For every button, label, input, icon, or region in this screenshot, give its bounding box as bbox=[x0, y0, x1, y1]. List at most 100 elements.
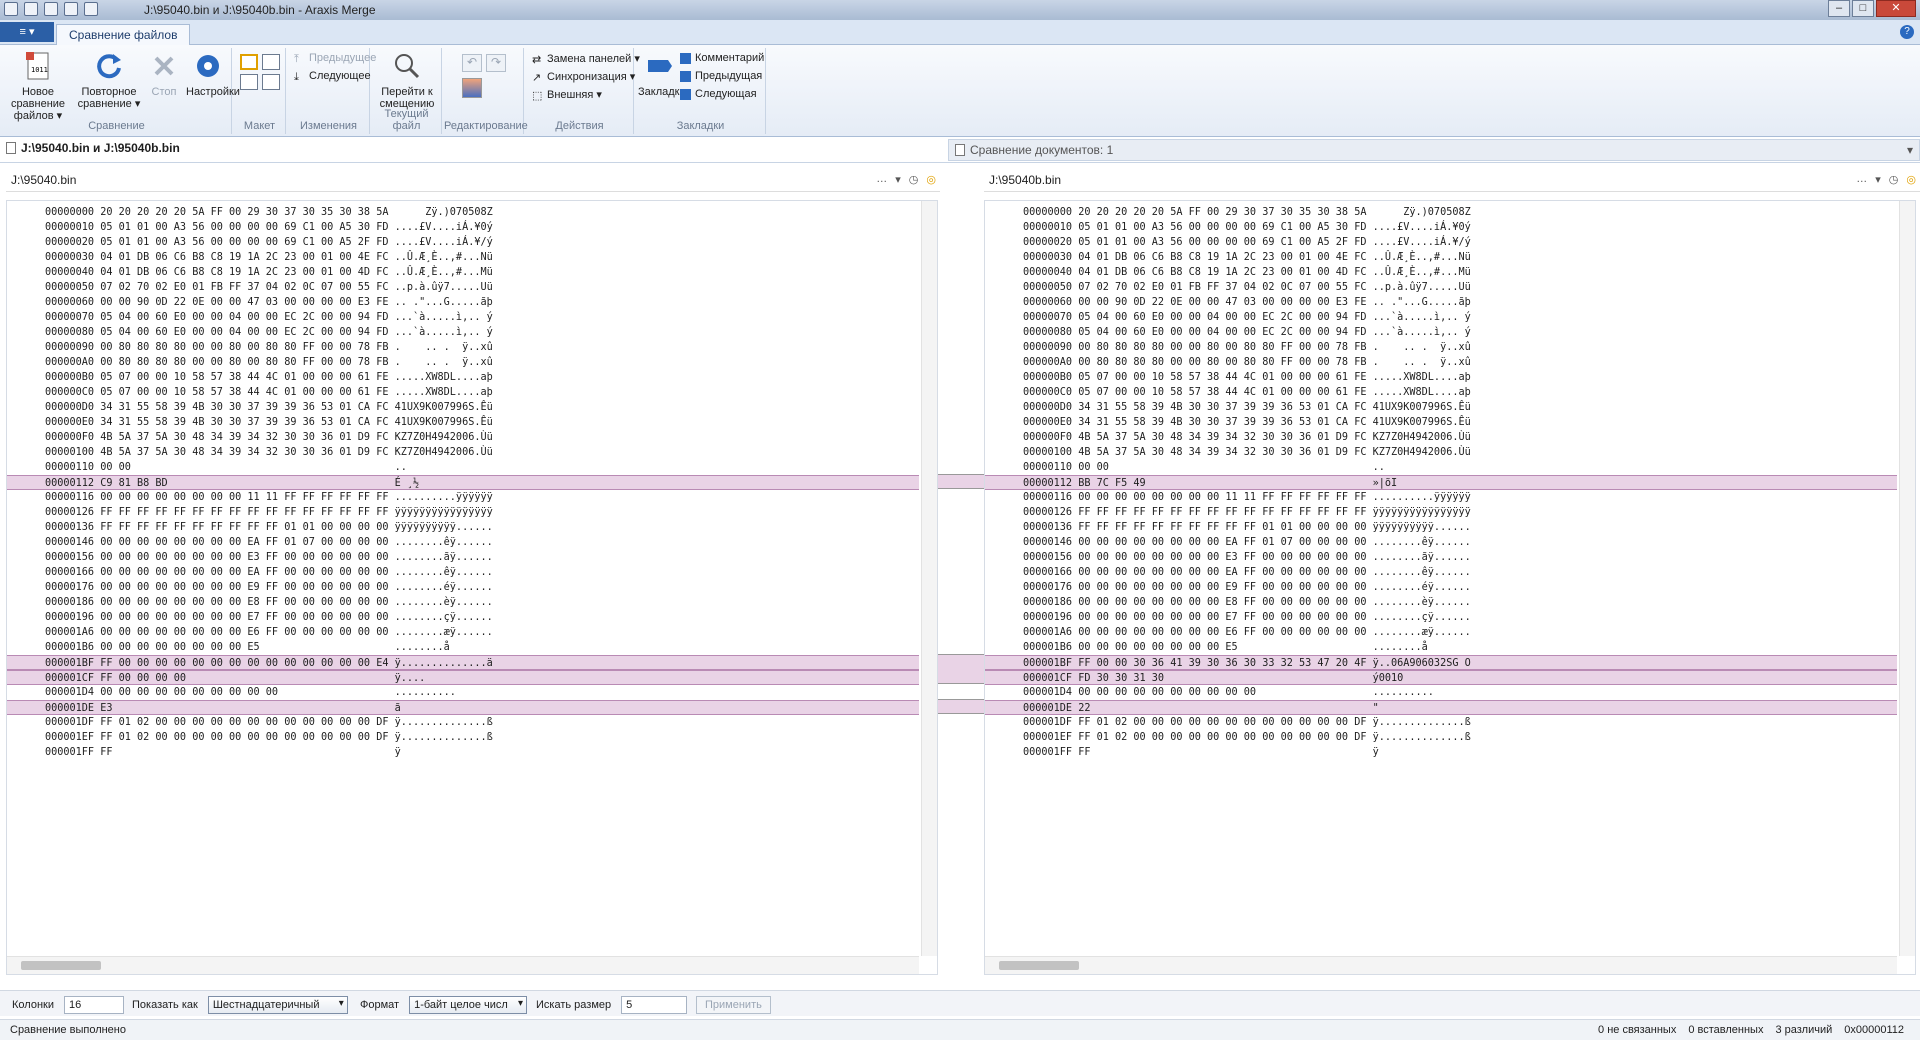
hex-row[interactable]: 00000146 00 00 00 00 00 00 00 00 EA FF 0… bbox=[7, 535, 919, 550]
hex-row[interactable]: 00000080 05 04 00 60 E0 00 00 04 00 00 E… bbox=[7, 325, 919, 340]
hex-row[interactable]: 00000136 FF FF FF FF FF FF FF FF FF FF 0… bbox=[7, 520, 919, 535]
previous-bookmark-button[interactable]: Предыдущая bbox=[680, 70, 762, 82]
hex-row[interactable]: 00000176 00 00 00 00 00 00 00 00 E9 FF 0… bbox=[985, 580, 1897, 595]
hex-row[interactable]: 00000126 FF FF FF FF FF FF FF FF FF FF F… bbox=[7, 505, 919, 520]
right-horizontal-scrollbar[interactable] bbox=[985, 956, 1897, 974]
hex-row[interactable]: 00000136 FF FF FF FF FF FF FF FF FF FF 0… bbox=[985, 520, 1897, 535]
diff-hex-row[interactable]: 000001BF FF 00 00 30 36 41 39 30 36 30 3… bbox=[985, 655, 1897, 670]
hex-row[interactable]: 000001DF FF 01 02 00 00 00 00 00 00 00 0… bbox=[7, 715, 919, 730]
tab-file-comparison[interactable]: Сравнение файлов bbox=[56, 24, 191, 45]
hex-row[interactable]: 000001B6 00 00 00 00 00 00 00 00 E5 ....… bbox=[985, 640, 1897, 655]
comment-button[interactable]: Комментарий bbox=[680, 52, 764, 64]
hex-row[interactable]: 00000166 00 00 00 00 00 00 00 00 EA FF 0… bbox=[985, 565, 1897, 580]
more-icon[interactable]: … bbox=[876, 173, 887, 186]
edit-image-icon[interactable] bbox=[462, 78, 482, 98]
hex-row[interactable]: 00000070 05 04 00 60 E0 00 00 04 00 00 E… bbox=[985, 310, 1897, 325]
hex-row[interactable]: 00000020 05 01 01 00 A3 56 00 00 00 00 6… bbox=[7, 235, 919, 250]
close-button[interactable]: ✕ bbox=[1876, 0, 1916, 17]
hex-row[interactable]: 000000A0 00 80 80 80 80 00 00 80 00 80 8… bbox=[985, 355, 1897, 370]
hex-row[interactable]: 00000000 20 20 20 20 20 5A FF 00 29 30 3… bbox=[7, 205, 919, 220]
hex-row[interactable]: 00000030 04 01 DB 06 C6 B8 C8 19 1A 2C 2… bbox=[7, 250, 919, 265]
hex-row[interactable]: 00000186 00 00 00 00 00 00 00 00 E8 FF 0… bbox=[985, 595, 1897, 610]
hex-row[interactable]: 000000D0 34 31 55 58 39 4B 30 30 37 39 3… bbox=[985, 400, 1897, 415]
layout-side-by-side-icon[interactable] bbox=[240, 54, 258, 70]
hex-row[interactable]: 000001D4 00 00 00 00 00 00 00 00 00 00 .… bbox=[7, 685, 919, 700]
hex-row[interactable]: 000000A0 00 80 80 80 80 00 00 80 00 80 8… bbox=[7, 355, 919, 370]
hex-row[interactable]: 00000060 00 00 90 0D 22 0E 00 00 47 03 0… bbox=[7, 295, 919, 310]
hex-row[interactable]: 00000100 4B 5A 37 5A 30 48 34 39 34 32 3… bbox=[7, 445, 919, 460]
hex-row[interactable]: 00000000 20 20 20 20 20 5A FF 00 29 30 3… bbox=[985, 205, 1897, 220]
right-hex-pane[interactable]: 00000000 20 20 20 20 20 5A FF 00 29 30 3… bbox=[984, 200, 1916, 975]
next-change-button[interactable]: ⤓ Следующее bbox=[294, 70, 371, 83]
more-icon[interactable]: … bbox=[1856, 173, 1867, 186]
hex-row[interactable]: 00000196 00 00 00 00 00 00 00 00 E7 FF 0… bbox=[7, 610, 919, 625]
undo-icon[interactable]: ↶ bbox=[462, 54, 482, 72]
settings-button[interactable]: Настройки bbox=[186, 50, 240, 98]
hex-row[interactable]: 000000B0 05 07 00 00 10 58 57 38 44 4C 0… bbox=[985, 370, 1897, 385]
hex-row[interactable]: 00000090 00 80 80 80 80 00 00 80 00 80 8… bbox=[985, 340, 1897, 355]
hex-row[interactable]: 000001D4 00 00 00 00 00 00 00 00 00 00 .… bbox=[985, 685, 1897, 700]
hex-row[interactable]: 000000F0 4B 5A 37 5A 30 48 34 39 34 32 3… bbox=[985, 430, 1897, 445]
hex-row[interactable]: 00000010 05 01 01 00 A3 56 00 00 00 00 6… bbox=[7, 220, 919, 235]
layout-stacked-icon[interactable] bbox=[240, 74, 258, 90]
maximize-button[interactable]: □ bbox=[1852, 0, 1874, 17]
hex-row[interactable]: 000000C0 05 07 00 00 10 58 57 38 44 4C 0… bbox=[985, 385, 1897, 400]
hex-row[interactable]: 000000E0 34 31 55 58 39 4B 30 30 37 39 3… bbox=[7, 415, 919, 430]
hex-row[interactable]: 00000116 00 00 00 00 00 00 00 00 11 11 F… bbox=[985, 490, 1897, 505]
columns-input[interactable]: 16 bbox=[63, 996, 124, 1014]
tab-comparison-active[interactable]: J:\95040.bin и J:\95040b.bin bbox=[6, 141, 180, 155]
hex-row[interactable]: 000001EF FF 01 02 00 00 00 00 00 00 00 0… bbox=[7, 730, 919, 745]
left-vertical-scrollbar[interactable] bbox=[921, 201, 937, 956]
hex-row[interactable]: 00000146 00 00 00 00 00 00 00 00 EA FF 0… bbox=[985, 535, 1897, 550]
chevron-down-icon[interactable]: ▾ bbox=[1875, 173, 1881, 186]
next-bookmark-button[interactable]: Следующая bbox=[680, 88, 757, 100]
hex-row[interactable]: 00000186 00 00 00 00 00 00 00 00 E8 FF 0… bbox=[7, 595, 919, 610]
hex-row[interactable]: 00000030 04 01 DB 06 C6 B8 C8 19 1A 2C 2… bbox=[985, 250, 1897, 265]
hex-row[interactable]: 00000166 00 00 00 00 00 00 00 00 EA FF 0… bbox=[7, 565, 919, 580]
hex-row[interactable]: 00000080 05 04 00 60 E0 00 00 04 00 00 E… bbox=[985, 325, 1897, 340]
hex-row[interactable]: 000000E0 34 31 55 58 39 4B 30 30 37 39 3… bbox=[985, 415, 1897, 430]
hex-row[interactable]: 00000050 07 02 70 02 E0 01 FB FF 37 04 0… bbox=[7, 280, 919, 295]
hex-row[interactable]: 00000156 00 00 00 00 00 00 00 00 E3 FF 0… bbox=[7, 550, 919, 565]
hex-row[interactable]: 000000F0 4B 5A 37 5A 30 48 34 39 34 32 3… bbox=[7, 430, 919, 445]
diff-hex-row[interactable]: 000001CF FF 00 00 00 00 ÿ.... bbox=[7, 670, 919, 685]
save-icon[interactable] bbox=[44, 2, 58, 16]
layout-three-way-icon[interactable] bbox=[262, 54, 280, 70]
minimize-button[interactable]: – bbox=[1828, 0, 1850, 17]
hex-row[interactable]: 00000126 FF FF FF FF FF FF FF FF FF FF F… bbox=[985, 505, 1897, 520]
hex-row[interactable]: 00000090 00 80 80 80 80 00 00 80 00 80 8… bbox=[7, 340, 919, 355]
right-file-path[interactable]: J:\95040b.bin bbox=[989, 173, 1061, 187]
diff-hex-row[interactable]: 000001DE E3 ã bbox=[7, 700, 919, 715]
help-icon[interactable]: ? bbox=[1900, 25, 1914, 39]
hex-row[interactable]: 00000070 05 04 00 60 E0 00 00 04 00 00 E… bbox=[7, 310, 919, 325]
redo-icon[interactable]: ↷ bbox=[486, 54, 506, 72]
goto-offset-button[interactable]: Перейти к смещению bbox=[376, 50, 438, 110]
hex-row[interactable]: 000001A6 00 00 00 00 00 00 00 00 E6 FF 0… bbox=[985, 625, 1897, 640]
diff-hex-row[interactable]: 00000112 BB 7C F5 49 »|õI bbox=[985, 475, 1897, 490]
hex-row[interactable]: 000000C0 05 07 00 00 10 58 57 38 44 4C 0… bbox=[7, 385, 919, 400]
app-icon[interactable] bbox=[4, 2, 18, 16]
application-menu-button[interactable]: ≡ ▾ bbox=[0, 22, 54, 42]
recompare-button[interactable]: Повторное сравнение ▾ bbox=[76, 50, 142, 110]
target-icon[interactable]: ◎ bbox=[1906, 173, 1916, 186]
diff-hex-row[interactable]: 000001DE 22 " bbox=[985, 700, 1897, 715]
tab-document-comparison[interactable]: Сравнение документов: 1 ▾ bbox=[948, 139, 1920, 161]
new-file-icon[interactable] bbox=[24, 2, 38, 16]
sync-button[interactable]: ↗ Синхронизация ▾ bbox=[532, 70, 635, 84]
stop-button[interactable]: Стоп bbox=[146, 50, 182, 98]
swap-panes-button[interactable]: ⇄ Замена панелей ▾ bbox=[532, 52, 640, 66]
hex-row[interactable]: 000001FF FF ÿ bbox=[7, 745, 919, 760]
history-icon[interactable]: ◷ bbox=[1889, 173, 1899, 186]
diff-hex-row[interactable]: 000001BF FF 00 00 00 00 00 00 00 00 00 0… bbox=[7, 655, 919, 670]
hex-row[interactable]: 000001FF FF ÿ bbox=[985, 745, 1897, 760]
target-icon[interactable]: ◎ bbox=[926, 173, 936, 186]
hex-row[interactable]: 000001EF FF 01 02 00 00 00 00 00 00 00 0… bbox=[985, 730, 1897, 745]
right-vertical-scrollbar[interactable] bbox=[1899, 201, 1915, 956]
previous-change-button[interactable]: ⤒ Предыдущее bbox=[294, 52, 376, 65]
print-icon[interactable] bbox=[64, 2, 78, 16]
hex-row[interactable]: 000000B0 05 07 00 00 10 58 57 38 44 4C 0… bbox=[7, 370, 919, 385]
left-horizontal-scrollbar[interactable] bbox=[7, 956, 919, 974]
hex-row[interactable]: 000001DF FF 01 02 00 00 00 00 00 00 00 0… bbox=[985, 715, 1897, 730]
hex-row[interactable]: 00000060 00 00 90 0D 22 0E 00 00 47 03 0… bbox=[985, 295, 1897, 310]
hex-row[interactable]: 00000156 00 00 00 00 00 00 00 00 E3 FF 0… bbox=[985, 550, 1897, 565]
